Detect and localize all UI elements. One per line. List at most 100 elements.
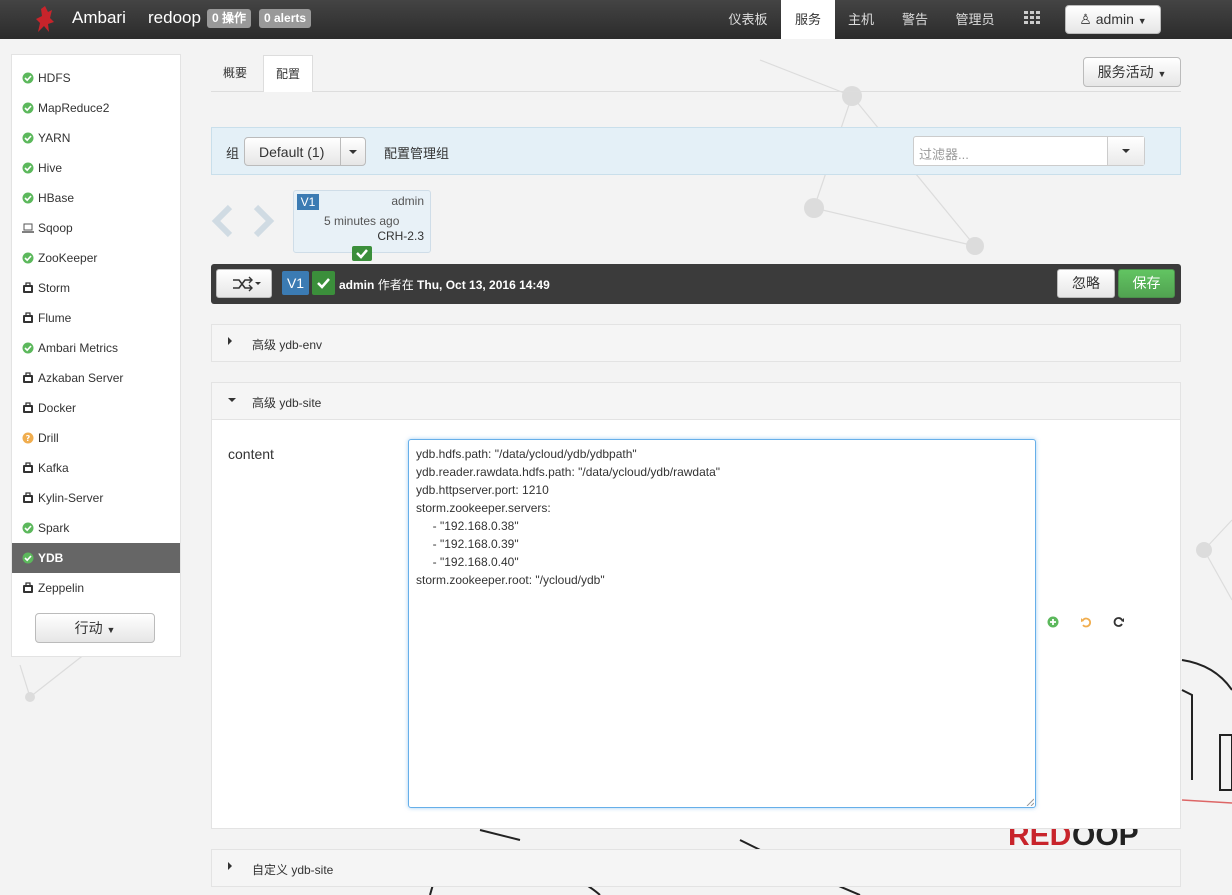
section-body-ydb-site: content ydb.hdfs.path: "/data/ycloud/ydb… [211, 420, 1181, 829]
sidebar-item-ydb[interactable]: YDB [12, 543, 180, 573]
sidebar-item-label: Kafka [38, 461, 69, 475]
sidebar-item-azkaban-server[interactable]: Azkaban Server [12, 363, 180, 393]
brand-name[interactable]: Ambari [72, 8, 126, 28]
manage-config-groups-link[interactable]: 配置管理组 [384, 143, 449, 162]
sidebar-item-zeppelin[interactable]: Zeppelin [12, 573, 180, 603]
nav-admin[interactable]: 管理员 [948, 0, 1002, 39]
sidebar-item-flume[interactable]: Flume [12, 303, 180, 333]
section-advanced-ydb-env[interactable]: 高级 ydb-env [211, 324, 1181, 362]
content-textarea[interactable]: ydb.hdfs.path: "/data/ycloud/ydb/ydbpath… [408, 439, 1036, 808]
maintenance-icon [23, 282, 33, 293]
previous-versions-arrow-icon[interactable] [210, 203, 234, 239]
cluster-name[interactable]: redoop [148, 8, 201, 28]
sidebar-item-hdfs[interactable]: HDFS [12, 63, 180, 93]
sidebar-item-hbase[interactable]: HBase [12, 183, 180, 213]
undo-icon[interactable] [1080, 616, 1092, 628]
current-version-author: admin [339, 278, 375, 292]
sidebar-item-label: HBase [38, 191, 75, 205]
sidebar-item-hive[interactable]: Hive [12, 153, 180, 183]
sidebar-item-label: ZooKeeper [38, 251, 98, 265]
alerts-badge[interactable]: 0 alerts [259, 9, 312, 28]
sidebar-item-label: Storm [38, 281, 71, 295]
section-custom-ydb-site[interactable]: 自定义 ydb-site [211, 849, 1181, 887]
sidebar-item-zookeeper[interactable]: ZooKeeper [12, 243, 180, 273]
user-icon: ♙ [1079, 11, 1092, 27]
sidebar-item-label: Ambari Metrics [38, 341, 119, 355]
config-group-caret[interactable] [340, 138, 365, 165]
status-ok-icon [22, 252, 34, 264]
filter-dropdown-button[interactable] [1107, 137, 1144, 165]
maintenance-icon [23, 312, 33, 323]
caret-down-icon: ▼ [1157, 69, 1167, 79]
section-title: 自定义 ydb-site [252, 863, 334, 877]
current-version-timestamp: Thu, Oct 13, 2016 14:49 [417, 278, 550, 292]
maintenance-icon [23, 462, 33, 473]
sidebar-item-label: Kylin-Server [38, 491, 104, 505]
shuffle-icon [233, 276, 261, 292]
sidebar-item-yarn[interactable]: YARN [12, 123, 180, 153]
sidebar-item-label: YDB [38, 551, 64, 565]
status-ok-icon [22, 342, 34, 354]
content-line: ydb.reader.rawdata.hdfs.path: "/data/ycl… [416, 465, 721, 479]
nav-services[interactable]: 服务 [781, 0, 835, 39]
status-unknown-icon: ? [22, 432, 34, 444]
user-menu-button[interactable]: ♙ admin ▼ [1065, 5, 1161, 34]
content-line: - "192.168.0.40" [416, 555, 519, 569]
service-actions-button[interactable]: 服务活动 ▼ [1083, 57, 1181, 87]
sidebar-item-drill[interactable]: ? Drill [12, 423, 180, 453]
caret-down-icon [1122, 149, 1130, 153]
section-advanced-ydb-site[interactable]: 高级 ydb-site [211, 382, 1181, 420]
sidebar-item-label: Azkaban Server [38, 371, 124, 385]
sidebar-item-kylin-server[interactable]: Kylin-Server [12, 483, 180, 513]
section-title: 高级 ydb-env [252, 338, 323, 352]
user-name: admin [1095, 11, 1134, 27]
caret-down-icon: ▼ [106, 625, 116, 635]
discard-button[interactable]: 忽略 [1057, 269, 1115, 298]
content-line: storm.zookeeper.root: "/ycloud/ydb" [416, 573, 605, 587]
sidebar-item-docker[interactable]: Docker [12, 393, 180, 423]
next-versions-arrow-icon[interactable] [252, 203, 276, 239]
save-button[interactable]: 保存 [1118, 269, 1175, 298]
sidebar-item-kafka[interactable]: Kafka [12, 453, 180, 483]
content-line: storm.zookeeper.servers: [416, 501, 551, 515]
filter-placeholder: 过滤器... [919, 147, 969, 162]
sidebar-item-sqoop[interactable]: Sqoop [12, 213, 180, 243]
sidebar-item-label: Zeppelin [38, 581, 85, 595]
maintenance-icon [23, 372, 33, 383]
config-group-select[interactable]: Default (1) [244, 137, 366, 166]
sidebar-item-spark[interactable]: Spark [12, 513, 180, 543]
sidebar-item-label: Docker [38, 401, 77, 415]
config-group-bar: 组 Default (1) 配置管理组 过滤器... [211, 127, 1181, 175]
sidebar-item-label: Sqoop [38, 221, 73, 235]
tab-summary[interactable]: 概要 [211, 55, 259, 92]
version-card-v1[interactable]: V1 admin 5 minutes ago CRH-2.3 [293, 190, 431, 253]
sidebar-item-label: Hive [38, 161, 63, 175]
resize-grip-icon[interactable] [1026, 798, 1034, 806]
sidebar-item-label: HDFS [38, 71, 71, 85]
sidebar-item-ambari-metrics[interactable]: Ambari Metrics [12, 333, 180, 363]
operations-badge[interactable]: 0 操作 [207, 9, 252, 28]
config-filter-input[interactable]: 过滤器... [913, 136, 1145, 166]
property-name: content [228, 446, 274, 462]
current-version-check-icon [352, 246, 372, 261]
sidebar-item-storm[interactable]: Storm [12, 273, 180, 303]
nav-alerts[interactable]: 警告 [894, 0, 936, 39]
nav-hosts[interactable]: 主机 [840, 0, 882, 39]
current-version-authored-text: 作者在 [377, 278, 414, 292]
section-title: 高级 ydb-site [252, 396, 322, 410]
ambari-logo-icon [36, 6, 54, 32]
collapsed-caret-icon [228, 862, 232, 870]
content-line: ydb.httpserver.port: 1210 [416, 483, 549, 497]
sidebar-item-mapreduce2[interactable]: MapReduce2 [12, 93, 180, 123]
content-text: ydb.hdfs.path: "/data/ycloud/ydb/ydbpath… [416, 445, 1028, 589]
views-grid-icon[interactable] [1024, 11, 1040, 25]
sidebar-item-label: Spark [38, 521, 70, 535]
refresh-default-icon[interactable] [1113, 616, 1125, 628]
compare-versions-button[interactable] [216, 269, 272, 298]
version-author: admin [391, 194, 424, 208]
service-sidebar: HDFS MapReduce2 YARN Hive HBase Sqoop ZooKeepe… [11, 54, 181, 657]
nav-dashboard[interactable]: 仪表板 [722, 0, 774, 39]
tab-configs[interactable]: 配置 [263, 55, 313, 92]
service-actions-dropdown[interactable]: 行动 ▼ [35, 613, 155, 643]
add-override-icon[interactable] [1047, 616, 1059, 628]
